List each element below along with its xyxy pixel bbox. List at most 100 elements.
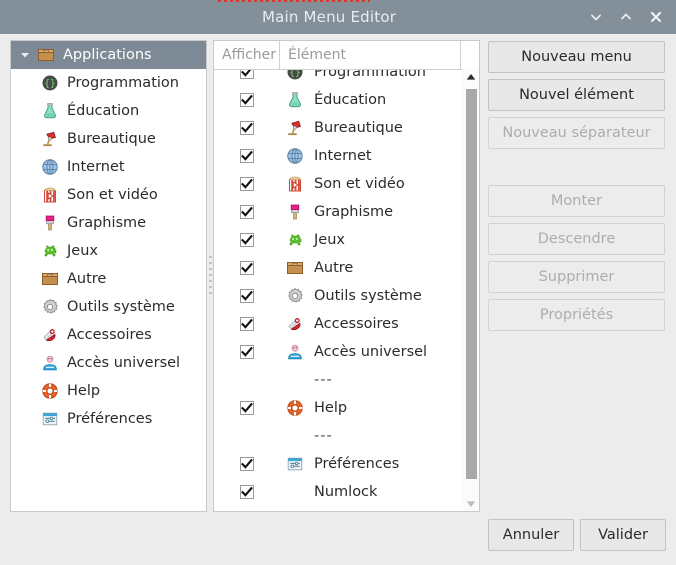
row-checkbox-cell[interactable] (214, 70, 280, 79)
tree-item[interactable]: Bureautique (11, 125, 206, 153)
list-separator-row[interactable]: --- (214, 366, 463, 394)
show-checkbox[interactable] (240, 457, 254, 471)
window-title: Main Menu Editor (261, 8, 397, 26)
annuler-button[interactable]: Annuler (488, 519, 574, 551)
row-label: Éducation (314, 92, 387, 108)
show-checkbox[interactable] (240, 261, 254, 275)
show-checkbox[interactable] (240, 205, 254, 219)
tree-item[interactable]: Préférences (11, 405, 206, 433)
row-checkbox-cell[interactable] (214, 401, 280, 415)
expander-triangle-icon[interactable] (17, 50, 33, 60)
row-checkbox-cell (214, 429, 280, 443)
list-row[interactable]: Accessoires (214, 310, 463, 338)
list-row[interactable]: Internet (214, 142, 463, 170)
tree-item[interactable]: Help (11, 377, 206, 405)
row-checkbox-cell[interactable] (214, 345, 280, 359)
list-row[interactable]: Outils système (214, 282, 463, 310)
window-controls (588, 9, 676, 25)
nouvel-element-button[interactable]: Nouvel élément (488, 79, 665, 111)
tree-item[interactable]: {} Programmation (11, 69, 206, 97)
tree-item[interactable]: Accès universel (11, 349, 206, 377)
row-label: Son et vidéo (314, 176, 405, 192)
row-checkbox-cell[interactable] (214, 317, 280, 331)
scrollbar-track[interactable] (463, 85, 480, 496)
row-checkbox-cell[interactable] (214, 233, 280, 247)
close-icon[interactable] (648, 9, 664, 25)
row-checkbox-cell[interactable] (214, 457, 280, 471)
row-label: Bureautique (314, 120, 403, 136)
list-vertical-scrollbar[interactable] (462, 69, 480, 511)
row-checkbox-cell[interactable] (214, 205, 280, 219)
show-checkbox[interactable] (240, 289, 254, 303)
show-checkbox[interactable] (240, 121, 254, 135)
row-checkbox-cell[interactable] (214, 149, 280, 163)
show-checkbox[interactable] (240, 233, 254, 247)
row-label: Jeux (314, 232, 345, 248)
media-popcorn-icon (280, 175, 310, 193)
list-separator-row[interactable]: --- (214, 422, 463, 450)
list-row[interactable]: {} Programmation (214, 70, 463, 86)
list-row[interactable]: Bureautique (214, 114, 463, 142)
show-checkbox[interactable] (240, 93, 254, 107)
row-label: Outils système (314, 288, 422, 304)
row-checkbox-cell[interactable] (214, 121, 280, 135)
nouveau-separateur-button: Nouveau séparateur (488, 117, 665, 149)
scroll-down-arrow-icon[interactable] (463, 496, 480, 511)
tree-item-label: Éducation (67, 103, 140, 119)
nouveau-menu-button[interactable]: Nouveau menu (488, 41, 665, 73)
valider-button[interactable]: Valider (580, 519, 666, 551)
minimize-icon[interactable] (588, 9, 604, 25)
tree-item[interactable]: Outils système (11, 293, 206, 321)
list-row[interactable]: Graphisme (214, 198, 463, 226)
row-label: Accessoires (314, 316, 399, 332)
show-checkbox[interactable] (240, 401, 254, 415)
tree-item-label: Accès universel (67, 355, 181, 371)
row-element-cell: Outils système (280, 287, 463, 305)
row-checkbox-cell[interactable] (214, 289, 280, 303)
title-bar[interactable]: Main Menu Editor (0, 0, 676, 34)
maximize-icon[interactable] (618, 9, 634, 25)
column-header-element[interactable]: Élément (280, 41, 461, 69)
gear-icon (37, 298, 63, 316)
paintbrush-icon (280, 203, 310, 221)
menu-items-list-panel[interactable]: Afficher Élément {} Programmation Éducatio… (213, 40, 480, 512)
row-element-cell: Autre (280, 259, 463, 277)
tree-root-applications[interactable]: Applications (11, 41, 206, 69)
tree-item[interactable]: Éducation (11, 97, 206, 125)
row-checkbox-cell[interactable] (214, 261, 280, 275)
tree-item[interactable]: Graphisme (11, 209, 206, 237)
row-checkbox-cell[interactable] (214, 177, 280, 191)
list-row[interactable]: Autre (214, 254, 463, 282)
row-checkbox-cell[interactable] (214, 93, 280, 107)
row-element-cell: Graphisme (280, 203, 463, 221)
box-icon (37, 270, 63, 288)
tree-item[interactable]: Jeux (11, 237, 206, 265)
proprietes-button: Propriétés (488, 299, 665, 331)
row-checkbox-cell[interactable] (214, 485, 280, 499)
list-row[interactable]: Numlock (214, 478, 463, 506)
list-row[interactable]: Éducation (214, 86, 463, 114)
list-row[interactable]: Help (214, 394, 463, 422)
show-checkbox[interactable] (240, 485, 254, 499)
tree-item[interactable]: Autre (11, 265, 206, 293)
list-row[interactable]: Accès universel (214, 338, 463, 366)
row-label: --- (314, 372, 333, 388)
list-row[interactable]: Préférences (214, 450, 463, 478)
tree-item[interactable]: Accessoires (11, 321, 206, 349)
tree-item[interactable]: Internet (11, 153, 206, 181)
tree-item[interactable]: Son et vidéo (11, 181, 206, 209)
list-row[interactable]: Son et vidéo (214, 170, 463, 198)
desk-lamp-icon (37, 130, 63, 148)
scrollbar-thumb[interactable] (465, 89, 477, 479)
show-checkbox[interactable] (240, 149, 254, 163)
column-header-afficher[interactable]: Afficher (214, 41, 280, 69)
scroll-up-arrow-icon[interactable] (463, 69, 480, 85)
applications-tree-panel[interactable]: Applications {} Programmation Éducation Bur… (10, 40, 207, 512)
show-checkbox[interactable] (240, 177, 254, 191)
list-row[interactable]: Jeux (214, 226, 463, 254)
show-checkbox[interactable] (240, 317, 254, 331)
tree-item-label: Autre (67, 271, 107, 287)
show-checkbox[interactable] (240, 345, 254, 359)
show-checkbox[interactable] (240, 70, 254, 79)
code-braces-icon: {} (37, 74, 63, 92)
